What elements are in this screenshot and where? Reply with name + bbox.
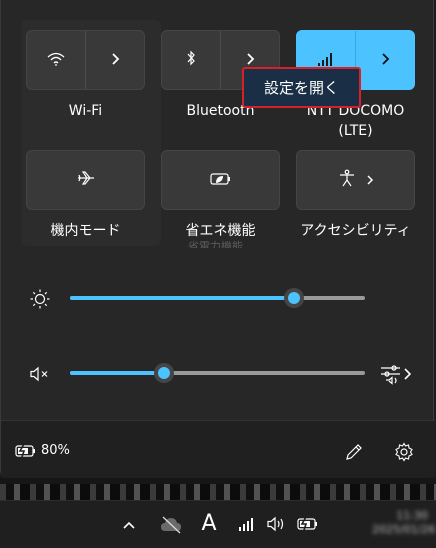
battery-charging-icon[interactable] (296, 516, 320, 532)
cellular-signal-icon[interactable] (238, 517, 256, 531)
chevron-right-icon (380, 51, 390, 70)
airplane-mode-tile[interactable] (26, 150, 145, 210)
bluetooth-toggle[interactable] (162, 31, 220, 89)
airplane-mode-label: 機内モード (50, 223, 121, 239)
quick-settings-footer: 80% (1, 420, 435, 479)
audio-output-select-icon[interactable] (379, 362, 415, 386)
quick-settings-panel: Wi-Fi Bluetooth NTT DOCOMO (LTE) 機内モード 省… (0, 0, 435, 479)
accessibility-label: アクセシビリティ (300, 223, 411, 239)
battery-saver-label: 省エネ機能 (185, 223, 256, 239)
taskbar-clock[interactable]: 11:30 2025/01/26 (372, 509, 436, 539)
clock-date: 2025/01/26 (372, 523, 436, 536)
wifi-toggle[interactable] (27, 31, 85, 89)
ghost-label: 省電力機能 (188, 240, 243, 248)
battery-saver-icon (209, 171, 232, 190)
brightness-sun-icon (29, 288, 51, 310)
open-settings-tooltip: 設定を開く (242, 67, 361, 108)
battery-charging-icon[interactable] (15, 444, 37, 458)
accessibility-icon (338, 169, 356, 191)
ime-mode-icon[interactable]: A (199, 511, 219, 536)
battery-saver-tile[interactable] (161, 150, 280, 210)
volume-slider-fill (70, 371, 165, 375)
speaker-muted-icon[interactable] (29, 363, 51, 385)
chevron-right-icon (366, 171, 374, 190)
brightness-slider-thumb[interactable] (284, 288, 305, 308)
brightness-slider-fill (70, 296, 295, 300)
taskbar: A (0, 500, 436, 548)
wifi-label: Wi-Fi (68, 103, 103, 119)
airplane-icon (76, 170, 96, 190)
desktop-background-strip (0, 478, 436, 500)
bluetooth-icon (186, 50, 196, 70)
wifi-tile[interactable] (26, 30, 145, 90)
wifi-expand-button[interactable] (85, 31, 144, 89)
cellular-expand-button[interactable] (355, 31, 414, 89)
volume-slider-thumb[interactable] (154, 363, 175, 383)
wifi-icon (47, 51, 65, 70)
battery-percent: 80% (41, 443, 70, 458)
chevron-right-icon (110, 51, 120, 70)
accessibility-tile[interactable] (296, 150, 415, 210)
gear-icon[interactable] (393, 441, 415, 463)
cloud-off-icon[interactable] (160, 515, 182, 535)
speaker-icon[interactable] (266, 516, 288, 532)
clock-time: 11:30 (396, 509, 428, 522)
pencil-icon[interactable] (343, 441, 365, 463)
chevron-up-icon[interactable] (121, 517, 137, 533)
cellular-sublabel: (LTE) (338, 123, 373, 139)
